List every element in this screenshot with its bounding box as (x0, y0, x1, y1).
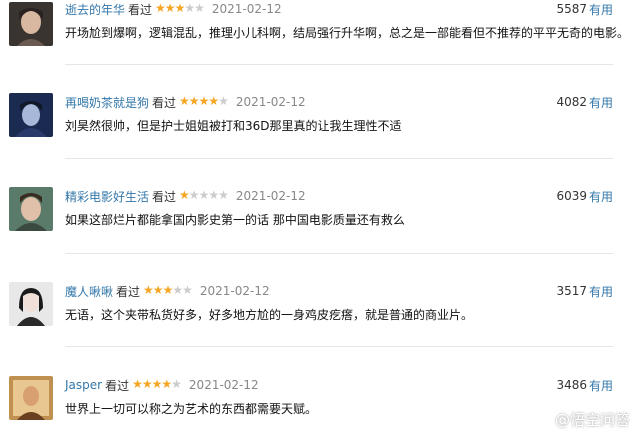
review-comment: 无语，这个夹带私货好多，好多地方尬的一身鸡皮疙瘩，就是普通的商业片。 (65, 308, 474, 322)
star-filled-icon: ★ (141, 377, 153, 391)
review-date: 2021-02-12 (235, 189, 306, 203)
watched-label: 看过 (152, 95, 177, 110)
review-date: 2021-02-12 (188, 378, 259, 392)
username-link[interactable]: 逝去的年华 (65, 1, 125, 18)
review-date: 2021-02-12 (199, 284, 270, 298)
vote-count: 6039 (556, 189, 587, 203)
star-filled-icon: ★ (198, 94, 210, 108)
watermark: @悟空问答 (531, 409, 630, 430)
star-filled-icon: ★ (179, 94, 190, 108)
rating-stars: ★★★★★ (132, 377, 182, 391)
star-filled-icon: ★ (188, 94, 200, 108)
divider (65, 158, 613, 159)
divider (65, 64, 613, 65)
vote-count: 4082 (556, 95, 587, 109)
avatar[interactable] (9, 2, 53, 46)
star-filled-icon: ★ (179, 188, 190, 202)
review-meta: Jasper 看过 ★★★★★ 2021-02-12 (65, 376, 259, 394)
rating-stars: ★★★★★ (143, 283, 193, 297)
watched-label: 看过 (116, 284, 141, 299)
useful-button[interactable]: 有用 (589, 0, 613, 18)
review-meta: 魔人啾啾 看过 ★★★★★ 2021-02-12 (65, 282, 270, 300)
star-filled-icon: ★ (132, 377, 143, 391)
review-meta: 再喝奶茶就是狗 看过 ★★★★★ 2021-02-12 (65, 93, 306, 111)
watched-label: 看过 (152, 189, 177, 204)
star-empty-icon: ★ (184, 1, 195, 15)
star-filled-icon: ★ (143, 283, 154, 297)
useful-button[interactable]: 有用 (589, 282, 613, 300)
review-meta: 逝去的年华 看过 ★★★★★ 2021-02-12 (65, 0, 282, 18)
wukong-logo-icon (531, 410, 551, 430)
username-link[interactable]: Jasper (65, 378, 102, 392)
rating-stars: ★★★★★ (179, 94, 229, 108)
star-filled-icon: ★ (152, 283, 164, 297)
useful-button[interactable]: 有用 (589, 93, 613, 111)
star-empty-icon: ★ (208, 188, 219, 202)
star-empty-icon: ★ (182, 283, 193, 297)
username-link[interactable]: 精彩电影好生活 (65, 188, 149, 205)
star-empty-icon: ★ (172, 283, 183, 297)
watched-label: 看过 (105, 378, 130, 393)
review-comment: 如果这部烂片都能拿国内影史第一的话 那中国电影质量还有救么 (65, 213, 405, 227)
star-filled-icon: ★ (151, 377, 163, 391)
username-link[interactable]: 魔人啾啾 (65, 283, 113, 300)
watermark-text: @悟空问答 (554, 411, 630, 429)
rating-stars: ★★★★★ (155, 1, 205, 15)
review-date: 2021-02-12 (211, 2, 282, 16)
star-filled-icon: ★ (164, 1, 176, 15)
username-link[interactable]: 再喝奶茶就是狗 (65, 94, 149, 111)
star-empty-icon: ★ (218, 188, 229, 202)
rating-stars: ★★★★★ (179, 188, 229, 202)
star-filled-icon: ★ (174, 1, 186, 15)
useful-button[interactable]: 有用 (589, 376, 613, 394)
star-empty-icon: ★ (188, 188, 200, 202)
vote-count: 3517 (556, 284, 587, 298)
watched-label: 看过 (128, 2, 153, 17)
review-comment: 开场尬到爆啊，逻辑混乱，推理小儿科啊，结局强行升华啊，总之是一部能看但不推荐的平… (65, 26, 630, 40)
star-empty-icon: ★ (198, 188, 210, 202)
star-filled-icon: ★ (208, 94, 219, 108)
star-filled-icon: ★ (161, 377, 172, 391)
useful-button[interactable]: 有用 (589, 187, 613, 205)
review-meta: 精彩电影好生活 看过 ★★★★★ 2021-02-12 (65, 187, 306, 205)
review-date: 2021-02-12 (235, 95, 306, 109)
avatar[interactable] (9, 187, 53, 231)
vote-count: 5587 (556, 2, 587, 16)
review-comment: 刘昊然很帅，但是护士姐姐被打和36D那里真的让我生理性不适 (65, 119, 402, 133)
avatar[interactable] (9, 93, 53, 137)
star-empty-icon: ★ (218, 94, 229, 108)
star-empty-icon: ★ (171, 377, 182, 391)
star-filled-icon: ★ (155, 1, 166, 15)
star-empty-icon: ★ (194, 1, 205, 15)
vote-count: 3486 (556, 378, 587, 392)
star-filled-icon: ★ (162, 283, 174, 297)
avatar[interactable] (9, 282, 53, 326)
divider (65, 253, 613, 254)
divider (65, 346, 613, 347)
avatar[interactable] (9, 376, 53, 420)
